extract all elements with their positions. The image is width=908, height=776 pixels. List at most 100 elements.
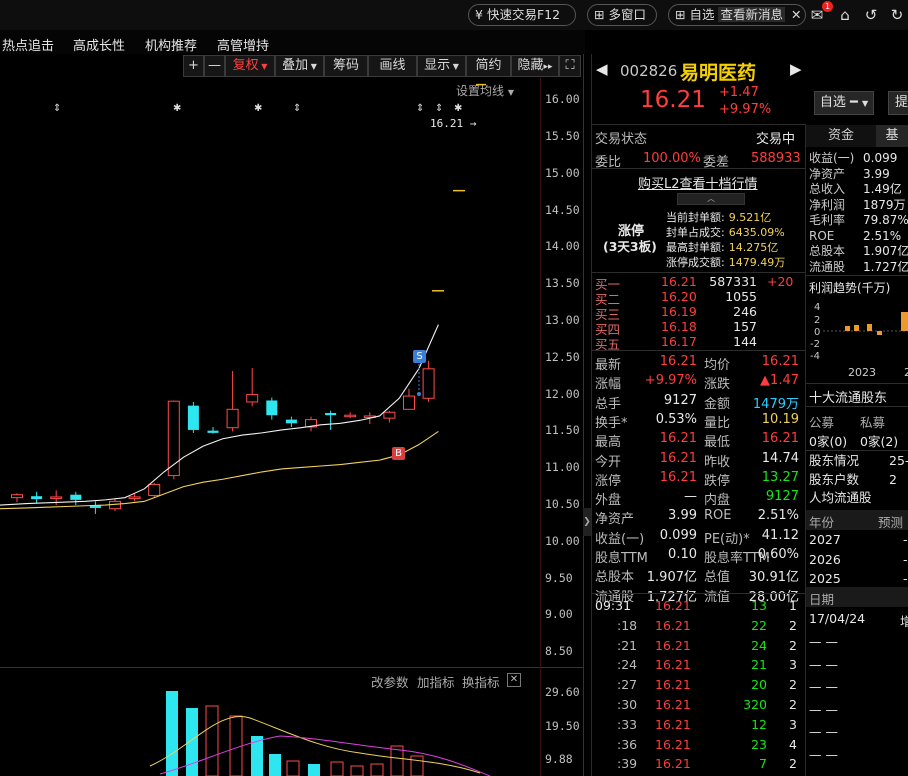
quote-key: 最低 [704, 435, 731, 451]
profit-year: 2023 [848, 366, 876, 379]
zoom-out-button[interactable]: — [204, 55, 225, 77]
volume-top-border [0, 667, 584, 668]
display-button[interactable]: 显示 ▼ [417, 55, 466, 77]
quote-value: 0.10 [668, 547, 697, 562]
news-tab[interactable]: ⊞ 自选 查看新消息 ✕ [668, 4, 806, 26]
candle[interactable] [89, 501, 101, 514]
volume-tick: 29.60 [545, 685, 580, 699]
dash-value: — — [809, 724, 838, 739]
fullscreen-icon[interactable]: ⛶ [559, 55, 581, 77]
candle[interactable] [226, 371, 239, 432]
nav-institution-pick[interactable]: 机构推荐 [145, 35, 197, 54]
candle[interactable] [325, 410, 337, 430]
limit-up-value: 9.521亿 [728, 211, 772, 224]
watchlist-button[interactable]: 自选 ━ ▼ [814, 91, 874, 115]
prev-stock-icon[interactable]: ◀ [596, 60, 608, 78]
quote-key: 今开 [595, 454, 622, 470]
hide-button[interactable]: 隐藏▸▸ [511, 55, 559, 77]
candle[interactable] [285, 416, 297, 427]
candle[interactable] [148, 482, 161, 498]
draw-button[interactable]: 画线 [368, 55, 417, 77]
news-tab-label: 查看新消息 [718, 7, 785, 22]
nav-high-growth[interactable]: 高成长性 [73, 35, 125, 54]
finance-value: 1879万 [863, 197, 906, 212]
sell-signal-marker[interactable]: S [413, 350, 426, 363]
candle[interactable] [11, 493, 23, 503]
refresh-icon[interactable]: ↻ [886, 4, 908, 26]
quote-value: 0.099 [659, 527, 697, 543]
orderbook-volume: 144 [733, 334, 757, 349]
quote-row: 换手* 0.53% 量比 10.19 [595, 412, 805, 431]
zoom-in-button[interactable]: + [183, 55, 204, 77]
yen-coin-icon: ¥ [475, 7, 483, 22]
volume-chart[interactable] [0, 688, 540, 776]
quote-value: 9127 [663, 392, 697, 408]
overlay-button[interactable]: 叠加 ▼ [275, 55, 324, 77]
separator [592, 593, 805, 594]
dash-row: — — [809, 658, 908, 674]
back-icon[interactable]: ↺ [860, 4, 882, 26]
nav-hot-track[interactable]: 热点追击 [2, 35, 54, 54]
orderbook-row[interactable]: 买一 16.21 587331 +20 [595, 274, 805, 292]
finance-row: 净资产 3.99 [809, 167, 908, 181]
price-change: +1.47 [719, 85, 759, 100]
quote-value: 16.21 [659, 450, 697, 466]
order-diff-value: 588933 [751, 151, 801, 166]
candle[interactable] [246, 368, 259, 407]
more-button[interactable]: 提 [888, 91, 908, 115]
quote-value: 0.53% [655, 411, 697, 427]
limit-up-streak: (3天3板) [603, 239, 657, 254]
forecast-year: 2025 [809, 571, 841, 586]
close-panel-icon[interactable]: ✕ [507, 673, 521, 687]
orderbook-row[interactable]: 买五 16.17 144 [595, 334, 805, 352]
candlestick-chart[interactable] [0, 78, 540, 667]
panel-splitter-handle[interactable]: ❯ [583, 508, 591, 536]
candle[interactable] [187, 401, 199, 433]
candle[interactable] [207, 426, 219, 434]
candle[interactable] [403, 388, 415, 410]
price-tick: 13.50 [545, 276, 580, 291]
candle[interactable] [383, 410, 396, 423]
candle[interactable] [70, 491, 82, 506]
l2-quote-link[interactable]: 购买L2查看十档行情 [638, 173, 758, 192]
nav-exec-buy[interactable]: 高管增持 [217, 35, 269, 54]
price-change-pct: +9.97% [719, 102, 772, 117]
close-icon[interactable]: ✕ [791, 7, 801, 22]
expand-toggle[interactable]: ︿ [677, 193, 745, 205]
quick-trade-button[interactable]: ¥ 快速交易F12 [468, 4, 576, 26]
orderbook-row[interactable]: 买三 16.19 246 [595, 304, 805, 322]
candle[interactable] [344, 412, 357, 419]
quote-value: 41.12 [761, 527, 799, 543]
adjust-button[interactable]: 复权 ▼ [225, 55, 275, 77]
holder-row: 人均流通股 [809, 491, 908, 507]
mail-badge: 1 [822, 1, 833, 12]
finance-key: 收益(一) [809, 151, 855, 165]
tick-price: 16.21 [655, 697, 691, 712]
tick-time: :21 [617, 637, 638, 653]
orderbook-row[interactable]: 买二 16.20 1055 [595, 289, 805, 307]
orderbook-price: 16.21 [661, 274, 697, 289]
candle[interactable] [422, 360, 435, 402]
date-label: 日期 [809, 592, 835, 607]
tab-fund[interactable]: 资金 [806, 125, 876, 147]
volume-bar [308, 764, 320, 776]
candle[interactable] [31, 491, 43, 504]
buy-signal-marker[interactable]: B [392, 447, 405, 460]
quote-row: 涨停 16.21 跌停 13.27 [595, 470, 805, 489]
chips-button[interactable]: 筹码 [324, 55, 368, 77]
orderbook-row[interactable]: 买四 16.18 157 [595, 319, 805, 337]
dash-row: — — [809, 635, 908, 651]
quote-value: ▲1.47 [760, 373, 799, 389]
candle[interactable] [305, 416, 317, 432]
candle[interactable] [266, 397, 278, 420]
tab-basic[interactable]: 基 [876, 125, 908, 147]
next-stock-icon[interactable]: ▶ [790, 60, 802, 78]
tick-price: 16.21 [655, 657, 691, 673]
quote-row: 外盘 — 内盘 9127 [595, 489, 805, 508]
multi-window-button[interactable]: ⊞ 多窗口 [587, 4, 657, 26]
volume-tick: 19.50 [545, 719, 580, 733]
home-icon[interactable]: ⌂ [834, 4, 856, 26]
tick-row: :21 16.21 24 2 [595, 638, 805, 658]
profit-trend-chart [823, 312, 908, 335]
simple-button[interactable]: 简约 [466, 55, 511, 77]
